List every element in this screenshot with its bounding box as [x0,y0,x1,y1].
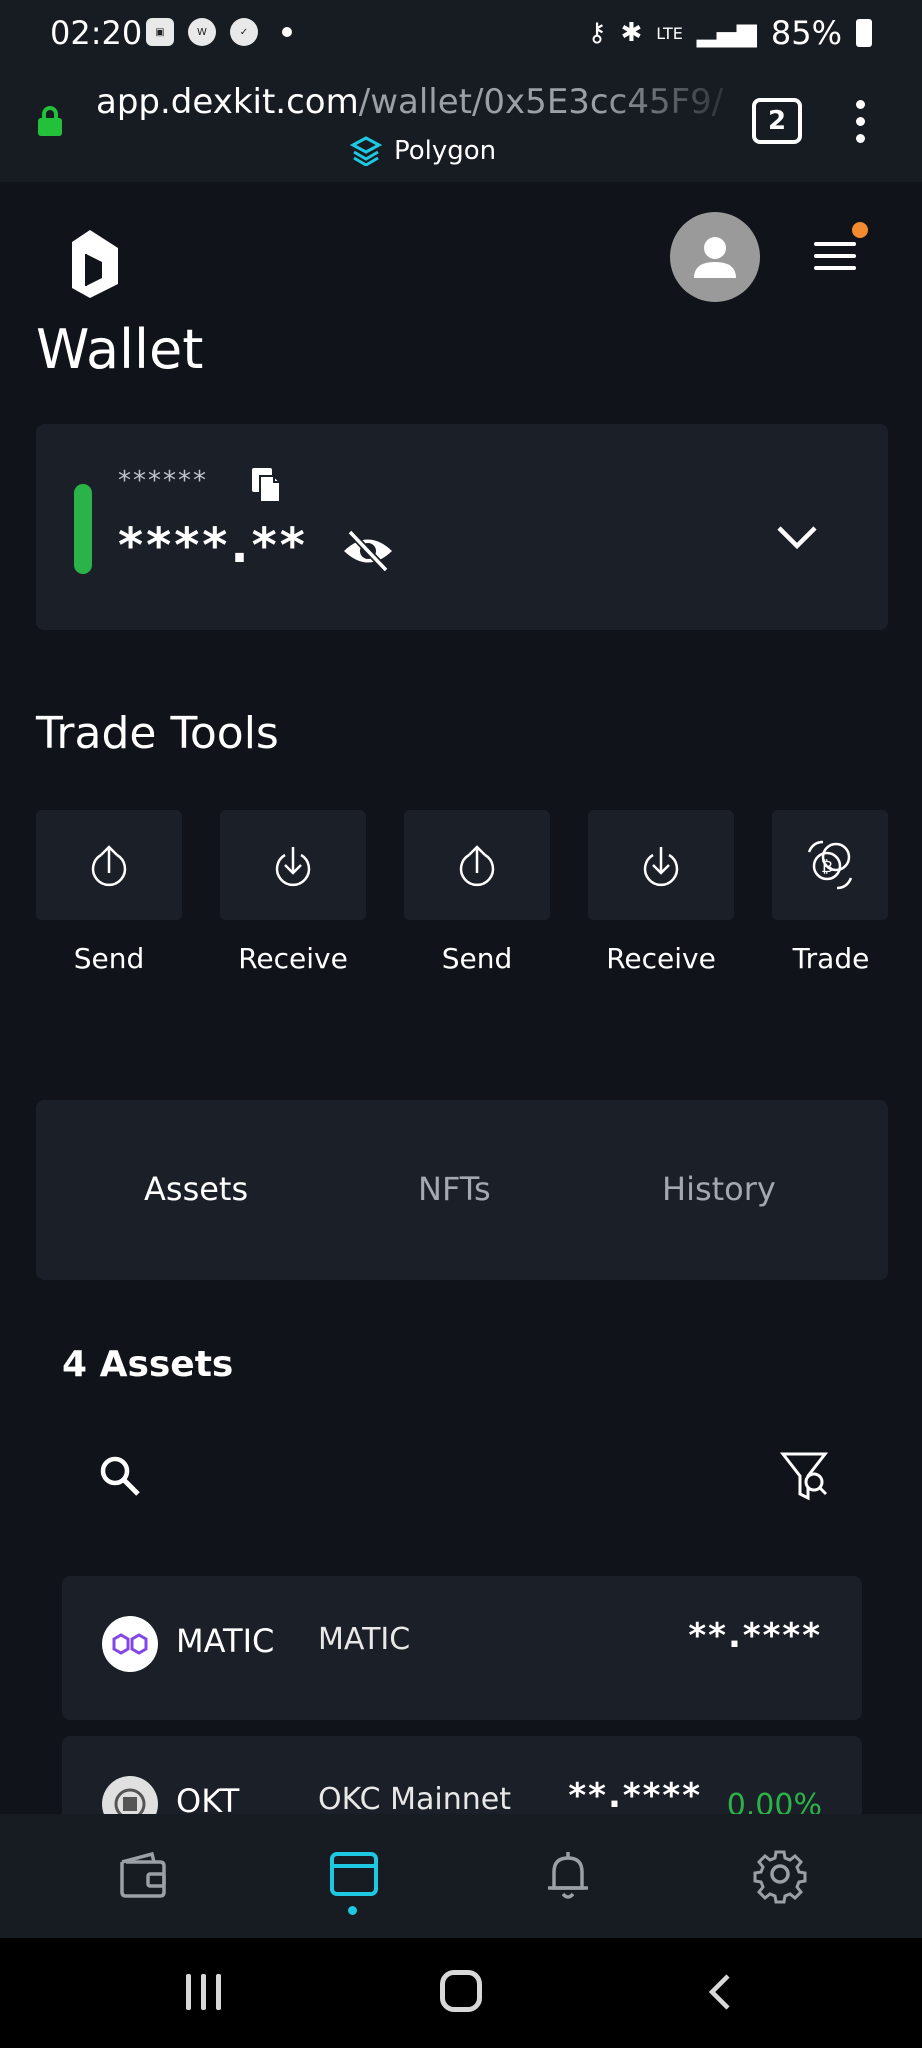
tool-receive[interactable]: Receive [220,810,366,975]
asset-tabs: Assets NFTs History [36,1100,888,1280]
wallet-card[interactable]: ****** ****.** [36,424,888,630]
lte-icon: LTE [656,23,683,43]
matic-token-icon [102,1616,158,1672]
battery-icon [856,19,872,47]
bottom-nav [0,1814,922,1938]
signal-icon: ▂▄▆ [696,18,757,48]
asset-symbol: MATIC [176,1622,275,1660]
list-item[interactable]: MATIC MATIC **.**** [62,1576,862,1720]
bitcoin-swap-icon: ₿ [807,840,853,890]
asset-change: 0.00% [726,1788,822,1814]
polygon-layers-icon [350,136,382,166]
gear-icon[interactable] [750,1844,810,1904]
asset-network: MATIC [318,1622,411,1657]
key-icon: ⚷ [587,18,607,48]
assets-count: 4 Assets [62,1344,234,1385]
wallet-balance-masked: ****.** [118,518,308,574]
wear-icon: W [188,18,216,46]
bell-icon[interactable] [538,1844,598,1904]
tool-send-2[interactable]: Send [404,810,550,975]
browser-icon[interactable] [324,1844,384,1904]
tab-assets[interactable]: Assets [144,1170,248,1208]
trade-tools-title: Trade Tools [36,708,279,759]
page-title: Wallet [36,318,204,381]
recents-button[interactable] [186,1974,221,2010]
copy-icon[interactable] [252,468,282,502]
list-item[interactable]: OKT OKC Mainnet **.**** 0.00% [62,1736,862,1814]
bluetooth-icon: ✱ [620,18,643,48]
network-indicator: Polygon [350,136,496,166]
tool-receive-2[interactable]: Receive [588,810,734,975]
filter-search-icon[interactable] [780,1450,828,1502]
asset-list: MATIC MATIC **.**** OKT OKC Mainnet **.*… [0,1560,922,1814]
network-name: Polygon [394,136,497,166]
status-time: 02:20 [50,14,143,52]
search-icon[interactable] [98,1454,142,1498]
tab-nfts[interactable]: NFTs [418,1170,491,1208]
okt-token-icon [102,1776,158,1814]
app-notification-icon: ✓ [230,18,258,46]
asset-balance: **.**** [568,1776,702,1814]
asset-network: OKC Mainnet [318,1782,511,1814]
wallet-address-masked: ****** [118,466,208,496]
browser-menu-icon[interactable] [856,100,868,143]
download-icon [275,847,311,887]
tool-trade[interactable]: ₿ Trade [772,810,888,975]
eye-off-icon[interactable] [342,528,394,574]
menu-icon[interactable] [814,242,856,270]
status-bar: 02:20 ▣ W ✓ ⚷ ✱ LTE ▂▄▆ 85% [0,0,922,70]
tool-send[interactable]: Send [36,810,182,975]
wallet-icon[interactable] [112,1844,172,1904]
user-icon [694,237,736,278]
battery-percent: 85% [770,14,842,52]
avatar[interactable] [670,212,760,302]
home-button[interactable] [440,1970,482,2012]
notification-badge [852,222,868,238]
gallery-icon: ▣ [146,18,174,46]
chevron-down-icon[interactable] [776,524,818,552]
more-notifications-dot [282,27,292,37]
asset-symbol: OKT [176,1782,240,1814]
tab-history[interactable]: History [662,1170,776,1208]
tab-switcher-button[interactable]: 2 [752,98,802,144]
upload-icon [91,845,127,887]
back-button[interactable] [702,1972,742,2012]
active-indicator [348,1906,357,1915]
wallet-status-bar [74,484,92,574]
download-icon [643,847,679,887]
asset-balance: **.**** [688,1616,822,1656]
lock-icon[interactable] [38,106,62,136]
system-nav-bar [0,1938,922,2048]
upload-icon [459,845,495,887]
dexkit-logo[interactable] [70,228,120,300]
trade-tools-list: Send Receive Send Receive ₿ Trade [0,800,922,990]
browser-url-bar[interactable]: app.dexkit.com/wallet/0x5E3cc45F9/ Polyg… [0,70,922,182]
